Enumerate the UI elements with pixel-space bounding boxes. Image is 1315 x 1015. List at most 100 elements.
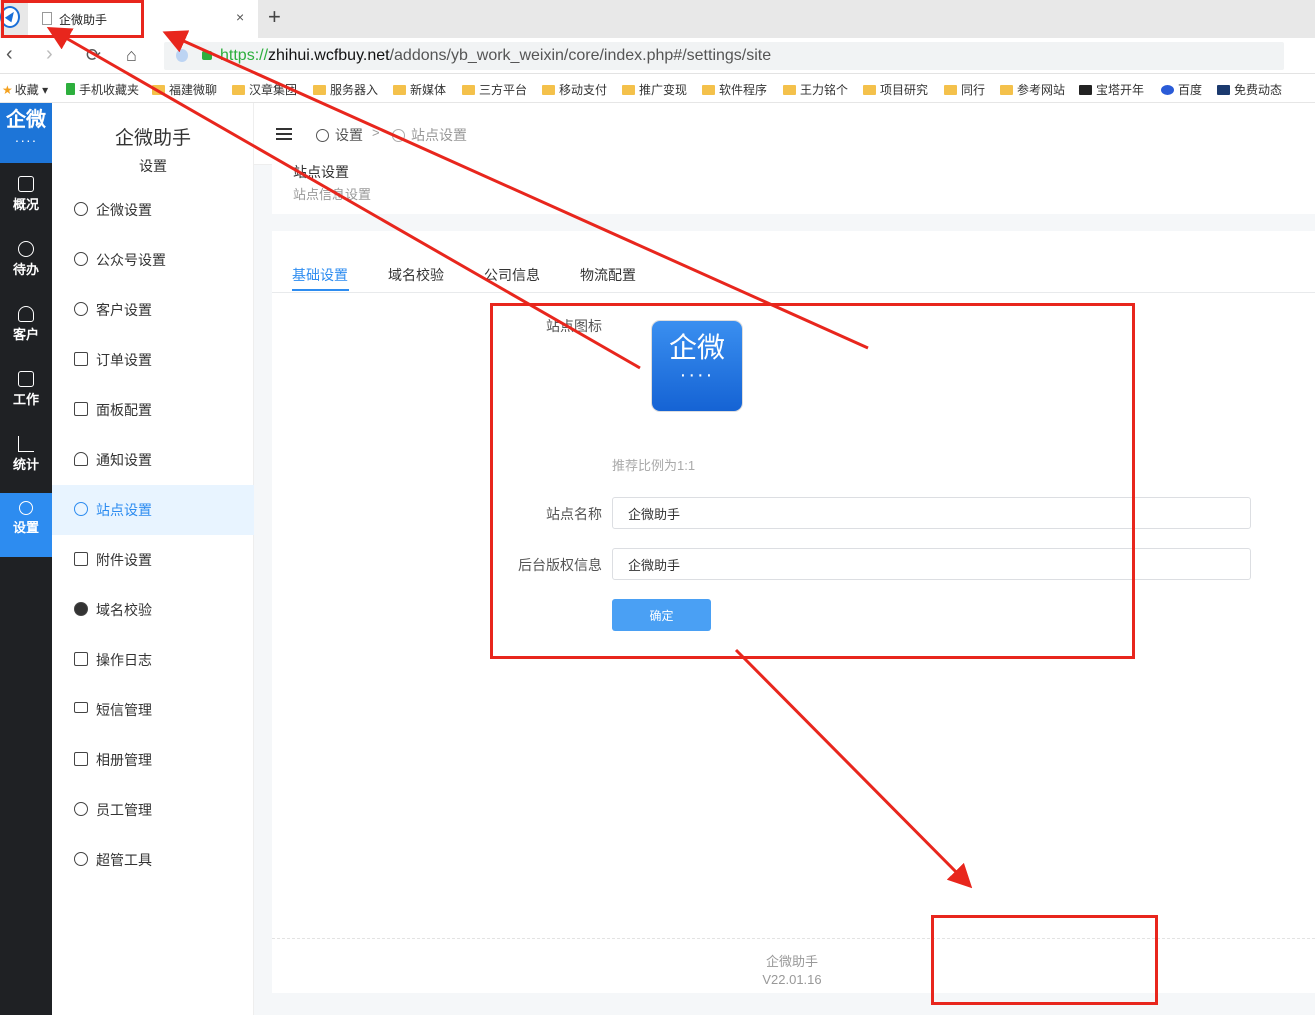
phone-icon: [66, 83, 75, 95]
order-icon: [74, 352, 88, 366]
active-tab-indicator: [292, 289, 349, 291]
submenu-item-admin-tools[interactable]: 超管工具: [52, 835, 254, 885]
image-icon: [74, 752, 88, 766]
tab-logistics[interactable]: 物流配置: [580, 265, 636, 285]
bookmark-item[interactable]: 软件程序: [702, 81, 767, 98]
bookmark-item[interactable]: 三方平台: [462, 81, 527, 98]
bookmark-item[interactable]: 福建微聊: [152, 81, 217, 98]
bookmark-item[interactable]: 推广变现: [622, 81, 687, 98]
rail-item-stats[interactable]: 统计: [0, 428, 52, 492]
edit-icon: [74, 652, 88, 666]
users-icon: [74, 852, 88, 866]
submenu-item-official-account[interactable]: 公众号设置: [52, 235, 254, 285]
submenu-item-attachment[interactable]: 附件设置: [52, 535, 254, 585]
browser-nav-bar: ‹ › ⟳ ⌂ https://zhihui.wcfbuy.net/addons…: [0, 38, 1315, 74]
bookmark-item[interactable]: 王力铭个: [783, 81, 848, 98]
home-icon[interactable]: ⌂: [126, 45, 137, 66]
baidu-icon: [1161, 85, 1174, 95]
submenu-subtitle: 设置: [139, 158, 167, 174]
submenu-item-notify[interactable]: 通知设置: [52, 435, 254, 485]
bookmark-item[interactable]: 免费动态: [1217, 81, 1282, 98]
user-edit-icon: [74, 802, 88, 816]
folder-icon: [702, 85, 715, 95]
bookmark-item[interactable]: 项目研究: [863, 81, 928, 98]
rail-item-work[interactable]: 工作: [0, 363, 52, 427]
new-tab-button[interactable]: +: [268, 4, 281, 30]
page-header: 站点设置 站点信息设置: [272, 158, 1315, 214]
wecom-icon: [74, 202, 88, 216]
bookmark-item[interactable]: 移动支付: [542, 81, 607, 98]
page-subtitle: 站点信息设置: [293, 187, 372, 202]
rail-item-customer[interactable]: 客户: [0, 298, 52, 362]
bookmark-favorites[interactable]: ★ 收藏 ▾: [2, 81, 48, 98]
top-bar: 设置 > 站点设置: [254, 103, 1315, 165]
submenu-item-panel[interactable]: 面板配置: [52, 385, 254, 435]
tab-basic[interactable]: 基础设置: [292, 265, 348, 285]
submenu-item-site[interactable]: 站点设置: [52, 485, 254, 535]
briefcase-icon: [18, 371, 34, 387]
dl-icon: [1217, 85, 1230, 95]
globe-icon: [392, 129, 405, 142]
bookmark-item[interactable]: 汉章集团: [232, 81, 297, 98]
user-icon: [74, 302, 88, 316]
annotation-box-form: [490, 303, 1135, 659]
breadcrumb-settings[interactable]: 设置: [316, 125, 363, 145]
url-text[interactable]: https://zhihui.wcfbuy.net/addons/yb_work…: [220, 47, 771, 65]
bell-icon: [74, 452, 88, 466]
folder-icon: [393, 85, 406, 95]
app-logo[interactable]: 企微 ····: [0, 103, 52, 163]
annotation-box-tab: [1, 0, 144, 38]
folder-icon: [152, 85, 165, 95]
shield-icon: [176, 49, 188, 62]
browser-tab-bar: 企微助手 × +: [0, 0, 1315, 38]
submenu-item-log[interactable]: 操作日志: [52, 635, 254, 685]
globe-icon: [74, 502, 88, 516]
annotation-box-footer: [931, 915, 1158, 1005]
tab-domain[interactable]: 域名校验: [388, 265, 444, 285]
tab-company[interactable]: 公司信息: [484, 265, 540, 285]
bookmark-item[interactable]: 新媒体: [393, 81, 446, 98]
gear-icon: [19, 501, 33, 515]
folder-icon: [622, 85, 635, 95]
settings-tabs: 基础设置 域名校验 公司信息 物流配置: [272, 231, 1315, 293]
folder-icon: [1000, 85, 1013, 95]
settings-submenu: 企微助手 设置 企微设置 公众号设置 客户设置 订单设置 面板配置 通知设置 站…: [52, 103, 254, 1015]
gear-icon: [316, 129, 329, 142]
tab-close-icon[interactable]: ×: [236, 9, 244, 25]
breadcrumb-site: 站点设置: [392, 125, 467, 145]
reload-icon[interactable]: ⟳: [86, 45, 101, 66]
rail-item-todo[interactable]: 待办: [0, 233, 52, 297]
submenu-item-sms[interactable]: 短信管理: [52, 685, 254, 735]
rail-item-settings[interactable]: 设置: [0, 493, 52, 557]
submenu-item-domain[interactable]: 域名校验: [52, 585, 254, 635]
user-icon: [18, 306, 34, 322]
stats-icon: [18, 436, 34, 452]
bookmark-item[interactable]: 服务器入: [313, 81, 378, 98]
rail-item-overview[interactable]: 概况: [0, 168, 52, 232]
bookmark-item[interactable]: 同行: [944, 81, 985, 98]
submenu-item-order[interactable]: 订单设置: [52, 335, 254, 385]
bookmark-item[interactable]: 参考网站: [1000, 81, 1065, 98]
bt-icon: [1079, 85, 1092, 95]
bookmark-item[interactable]: 百度: [1161, 81, 1202, 98]
footer: 企微助手 V22.01.16: [272, 938, 1315, 993]
back-icon[interactable]: ‹: [6, 43, 13, 66]
forward-icon[interactable]: ›: [46, 43, 53, 66]
submenu-item-wecom[interactable]: 企微设置: [52, 185, 254, 235]
breadcrumb-separator: >: [372, 125, 380, 140]
menu-toggle-icon[interactable]: [276, 128, 292, 140]
bookmark-item[interactable]: 手机收藏夹: [66, 81, 139, 98]
bookmark-item[interactable]: 宝塔开年: [1079, 81, 1144, 98]
submenu-item-customer[interactable]: 客户设置: [52, 285, 254, 335]
folder-icon: [542, 85, 555, 95]
monitor-icon: [74, 402, 88, 416]
chart-line-icon: [18, 176, 34, 192]
folder-icon: [944, 85, 957, 95]
submenu-item-staff[interactable]: 员工管理: [52, 785, 254, 835]
submenu-item-album[interactable]: 相册管理: [52, 735, 254, 785]
submenu-title: 企微助手: [114, 128, 191, 149]
folder-icon: [313, 85, 326, 95]
main-nav-rail: 企微 ···· 概况 待办 客户 工作 统计 设置: [0, 103, 52, 1015]
clock-icon: [18, 241, 34, 257]
address-bar[interactable]: https://zhihui.wcfbuy.net/addons/yb_work…: [164, 42, 1284, 70]
